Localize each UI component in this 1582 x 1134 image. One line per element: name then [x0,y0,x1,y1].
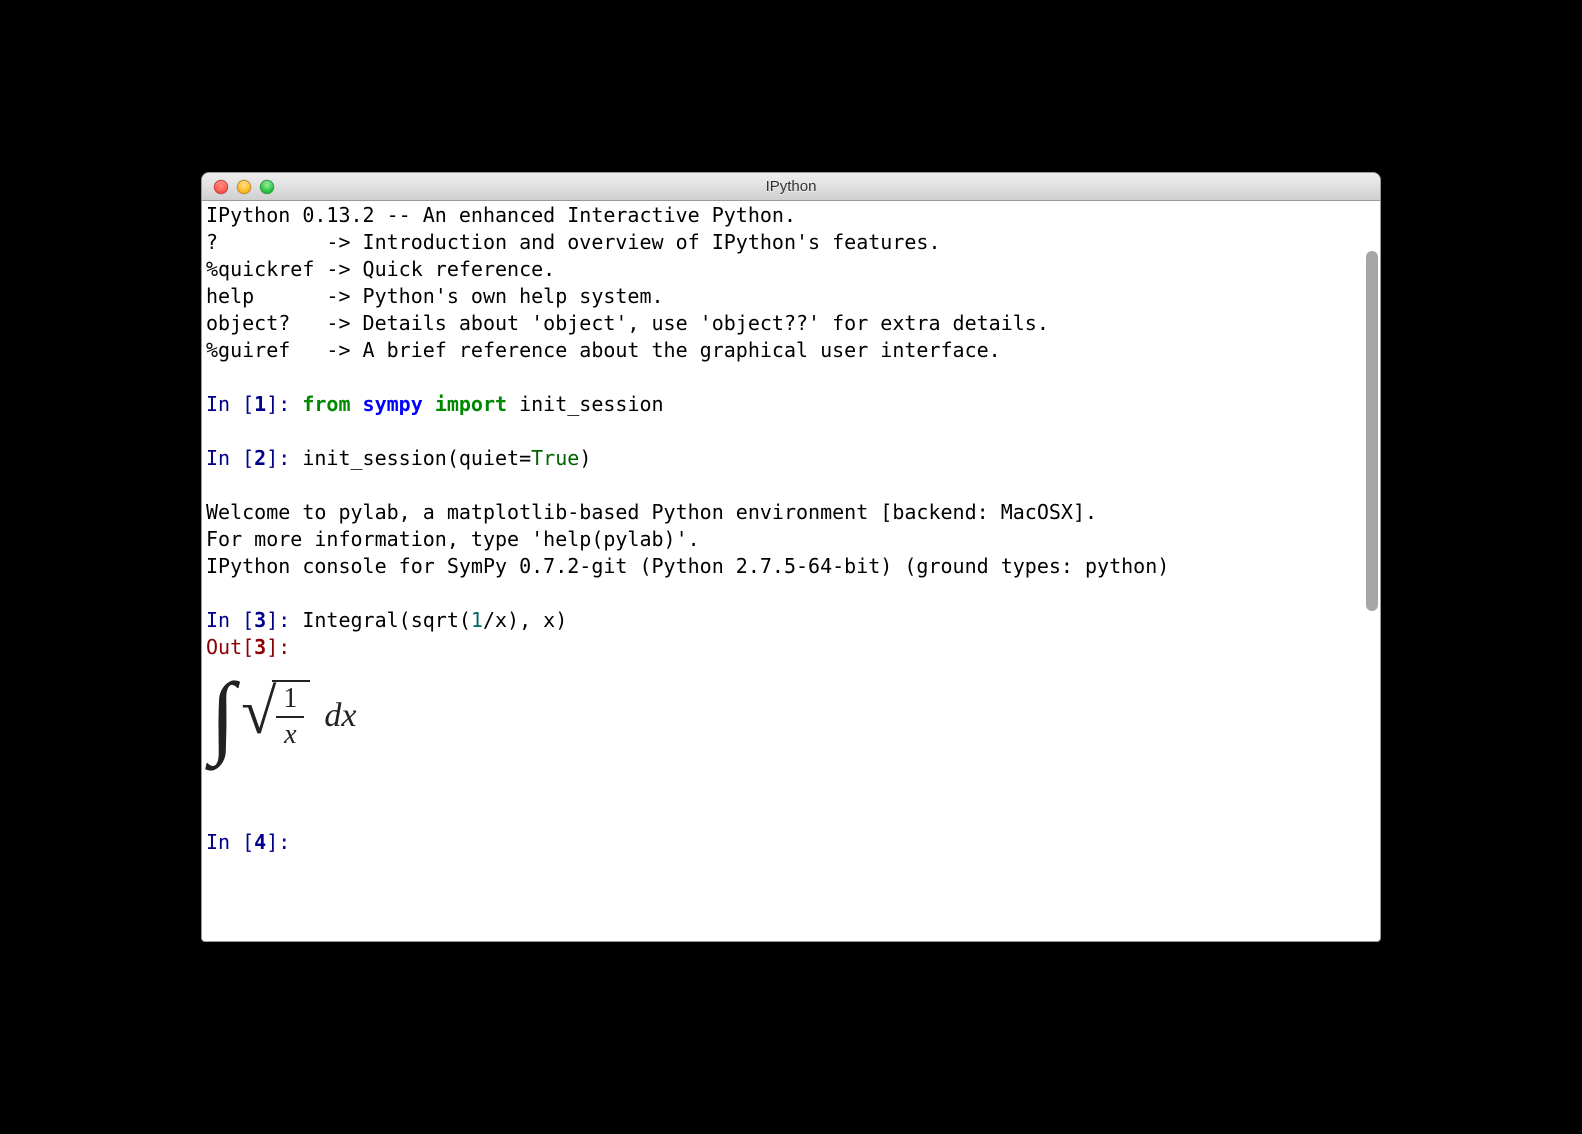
ident: init_session [507,392,664,416]
content-wrap: IPython 0.13.2 -- An enhanced Interactiv… [202,201,1380,941]
integral-icon: ∫ [210,679,235,753]
equals: = [519,446,531,470]
scrollbar-thumb[interactable] [1366,251,1378,611]
minimize-icon[interactable] [237,180,251,194]
traffic-lights [202,180,274,194]
code-text: x), x) [495,608,567,632]
code-text: Integral(sqrt( [302,608,471,632]
differential: dx [324,693,356,739]
banner-line: %quickref -> Quick reference. [206,257,555,281]
math-output: ∫√1xdx [206,661,1356,775]
outer-frame: IPython IPython 0.13.2 -- An enhanced In… [141,122,1441,1012]
console[interactable]: IPython 0.13.2 -- An enhanced Interactiv… [202,201,1364,941]
kw-from: from [302,392,350,416]
literal-number: 1 [471,608,483,632]
scrollbar[interactable] [1364,201,1380,941]
denominator: x [284,718,296,749]
banner-line: IPython 0.13.2 -- An enhanced Interactiv… [206,203,796,227]
literal-true: True [531,446,579,470]
code-text: ) [579,446,591,470]
code-text: init_session(quiet [302,446,519,470]
prompt-in[interactable]: In [4]: [206,830,302,854]
kw-import: import [435,392,507,416]
banner-line: ? -> Introduction and overview of IPytho… [206,230,941,254]
prompt-in: In [3]: [206,608,302,632]
window-title: IPython [202,178,1380,195]
numerator: 1 [283,685,297,716]
sqrt: √1x [241,680,310,751]
window: IPython IPython 0.13.2 -- An enhanced In… [201,172,1381,942]
output-line: IPython console for SymPy 0.7.2-git (Pyt… [206,554,1169,578]
prompt-out: Out[3]: [206,635,302,659]
titlebar[interactable]: IPython [202,173,1380,201]
operator: / [483,608,495,632]
banner-line: %guiref -> A brief reference about the g… [206,338,1001,362]
output-line: For more information, type 'help(pylab)'… [206,527,700,551]
banner-line: object? -> Details about 'object', use '… [206,311,1049,335]
output-line: Welcome to pylab, a matplotlib-based Pyt… [206,500,1097,524]
prompt-in: In [2]: [206,446,302,470]
module-name: sympy [351,392,435,416]
radical-icon: √ [241,680,276,744]
close-icon[interactable] [214,180,228,194]
banner-line: help -> Python's own help system. [206,284,664,308]
zoom-icon[interactable] [260,180,274,194]
prompt-in: In [1]: [206,392,302,416]
